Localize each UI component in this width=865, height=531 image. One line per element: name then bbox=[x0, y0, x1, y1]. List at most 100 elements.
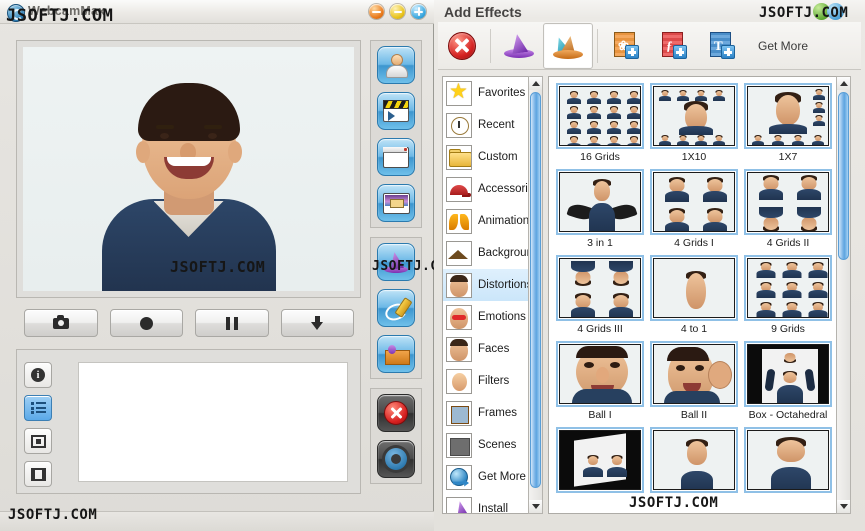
folder-icon bbox=[446, 145, 472, 170]
scroll-down-arrow-icon[interactable] bbox=[529, 500, 542, 513]
emotion-face-icon bbox=[446, 305, 472, 330]
effect-thumbnail bbox=[653, 258, 735, 318]
clapperboard-icon bbox=[383, 100, 409, 122]
effect-item[interactable]: Box - Octahedral bbox=[741, 341, 835, 421]
effect-item[interactable]: 16 Grids bbox=[553, 83, 647, 163]
info-view-button[interactable]: i bbox=[24, 362, 52, 388]
effect-item[interactable]: 9 Grids bbox=[741, 255, 835, 335]
clear-effects-button[interactable] bbox=[377, 394, 415, 432]
thumbnail-icon bbox=[31, 435, 46, 448]
scroll-up-arrow-icon[interactable] bbox=[529, 77, 542, 90]
thumbnail-view-button[interactable] bbox=[24, 428, 52, 454]
pencil-icon bbox=[384, 297, 408, 319]
effects-grid[interactable]: 16 Grids 1X10 bbox=[548, 76, 851, 514]
all-effects-button[interactable] bbox=[495, 24, 543, 68]
effect-label: 4 to 1 bbox=[648, 323, 740, 335]
effect-item[interactable]: Ball II bbox=[647, 341, 741, 421]
category-custom[interactable]: Custom bbox=[443, 141, 541, 173]
snapshot-button[interactable] bbox=[24, 309, 98, 337]
category-scroll-thumb[interactable] bbox=[530, 92, 541, 488]
effects-scrollbar[interactable] bbox=[836, 76, 851, 514]
category-distortions[interactable]: Distortions bbox=[443, 269, 541, 301]
list-view-button[interactable] bbox=[24, 395, 52, 421]
grid-scroll-down-arrow-icon[interactable] bbox=[837, 500, 850, 513]
record-button[interactable] bbox=[110, 309, 184, 337]
film-view-button[interactable] bbox=[24, 461, 52, 487]
add-picture-button[interactable]: ❀ bbox=[602, 24, 650, 68]
effect-thumbnail bbox=[653, 172, 735, 232]
camera-icon bbox=[53, 318, 69, 329]
toolbar-divider bbox=[490, 29, 491, 63]
effect-label: 4 Grids I bbox=[648, 237, 740, 249]
category-scenes[interactable]: Scenes bbox=[443, 429, 541, 461]
effect-thumbnail bbox=[559, 344, 641, 404]
category-emotions[interactable]: Emotions bbox=[443, 301, 541, 333]
get-more-link[interactable]: Get More bbox=[758, 39, 808, 53]
effect-item[interactable]: 4 to 1 bbox=[647, 255, 741, 335]
grid-scroll-up-arrow-icon[interactable] bbox=[837, 77, 850, 90]
source-toolbar bbox=[370, 40, 422, 493]
effect-item[interactable]: 3 in 1 bbox=[553, 169, 647, 249]
category-backgrounds[interactable]: Background bbox=[443, 237, 541, 269]
effect-thumbnail bbox=[653, 86, 735, 146]
filter-face-icon bbox=[446, 369, 472, 394]
effect-item[interactable] bbox=[553, 427, 647, 495]
effect-thumbnail bbox=[747, 344, 829, 404]
effect-item[interactable]: 4 Grids II bbox=[741, 169, 835, 249]
maximize-button[interactable] bbox=[390, 4, 405, 19]
effect-item[interactable] bbox=[647, 427, 741, 495]
status-bar bbox=[0, 511, 434, 531]
pause-icon bbox=[226, 317, 238, 330]
category-recent[interactable]: Recent bbox=[443, 109, 541, 141]
category-faces[interactable]: Faces bbox=[443, 333, 541, 365]
package-button[interactable] bbox=[377, 335, 415, 373]
save-button[interactable] bbox=[281, 309, 355, 337]
effects-scroll-thumb[interactable] bbox=[838, 92, 849, 260]
category-animations[interactable]: Animations bbox=[443, 205, 541, 237]
desktop-source-button[interactable] bbox=[377, 138, 415, 176]
panel-title: Add Effects bbox=[444, 4, 522, 20]
add-flash-icon: ƒ bbox=[661, 32, 687, 59]
webcam-preview[interactable] bbox=[16, 40, 361, 298]
picture-icon bbox=[383, 193, 410, 214]
my-effects-button[interactable] bbox=[543, 23, 593, 69]
add-text-button[interactable]: T bbox=[698, 24, 746, 68]
category-frames[interactable]: Frames bbox=[443, 397, 541, 429]
category-install[interactable]: Install bbox=[443, 493, 541, 514]
effect-item[interactable]: Ball I bbox=[553, 341, 647, 421]
effects-button[interactable] bbox=[377, 243, 415, 281]
install-hat-icon bbox=[446, 497, 472, 515]
effect-item[interactable] bbox=[741, 427, 835, 495]
settings-button[interactable] bbox=[377, 440, 415, 478]
category-filters[interactable]: Filters bbox=[443, 365, 541, 397]
video-source-button[interactable] bbox=[377, 92, 415, 130]
effect-item[interactable]: 1X7 bbox=[741, 83, 835, 163]
webcammax-app: WebcamMax JSOFTJ.COM bbox=[0, 0, 865, 531]
toolbar-divider-2 bbox=[597, 29, 598, 63]
window-controls bbox=[369, 4, 426, 19]
category-favorites[interactable]: Favorites bbox=[443, 77, 541, 109]
clear-all-effects-button[interactable] bbox=[438, 24, 486, 68]
minimize-button[interactable] bbox=[369, 4, 384, 19]
add-flash-button[interactable]: ƒ bbox=[650, 24, 698, 68]
category-accessories[interactable]: Accessorie bbox=[443, 173, 541, 205]
category-scrollbar[interactable] bbox=[528, 76, 543, 514]
effect-thumbnail bbox=[747, 86, 829, 146]
view-mode-buttons: i bbox=[24, 362, 52, 487]
media-list[interactable] bbox=[78, 362, 348, 482]
category-list[interactable]: Favorites Recent Custom Accessorie Anima… bbox=[442, 76, 542, 514]
pause-button[interactable] bbox=[195, 309, 269, 337]
window-icon bbox=[383, 147, 409, 168]
doodle-button[interactable] bbox=[377, 289, 415, 327]
effect-label: 1X7 bbox=[742, 151, 834, 163]
record-circle-icon bbox=[140, 317, 153, 330]
picture-source-button[interactable] bbox=[377, 184, 415, 222]
category-get-more[interactable]: Get More bbox=[443, 461, 541, 493]
effect-item[interactable]: 4 Grids I bbox=[647, 169, 741, 249]
effect-item[interactable]: 4 Grids III bbox=[553, 255, 647, 335]
webcam-source-button[interactable] bbox=[377, 46, 415, 84]
close-button[interactable] bbox=[411, 4, 426, 19]
red-x-circle-icon bbox=[448, 32, 476, 60]
effect-item[interactable]: 1X10 bbox=[647, 83, 741, 163]
jsoftj-logo-icon bbox=[813, 3, 857, 21]
